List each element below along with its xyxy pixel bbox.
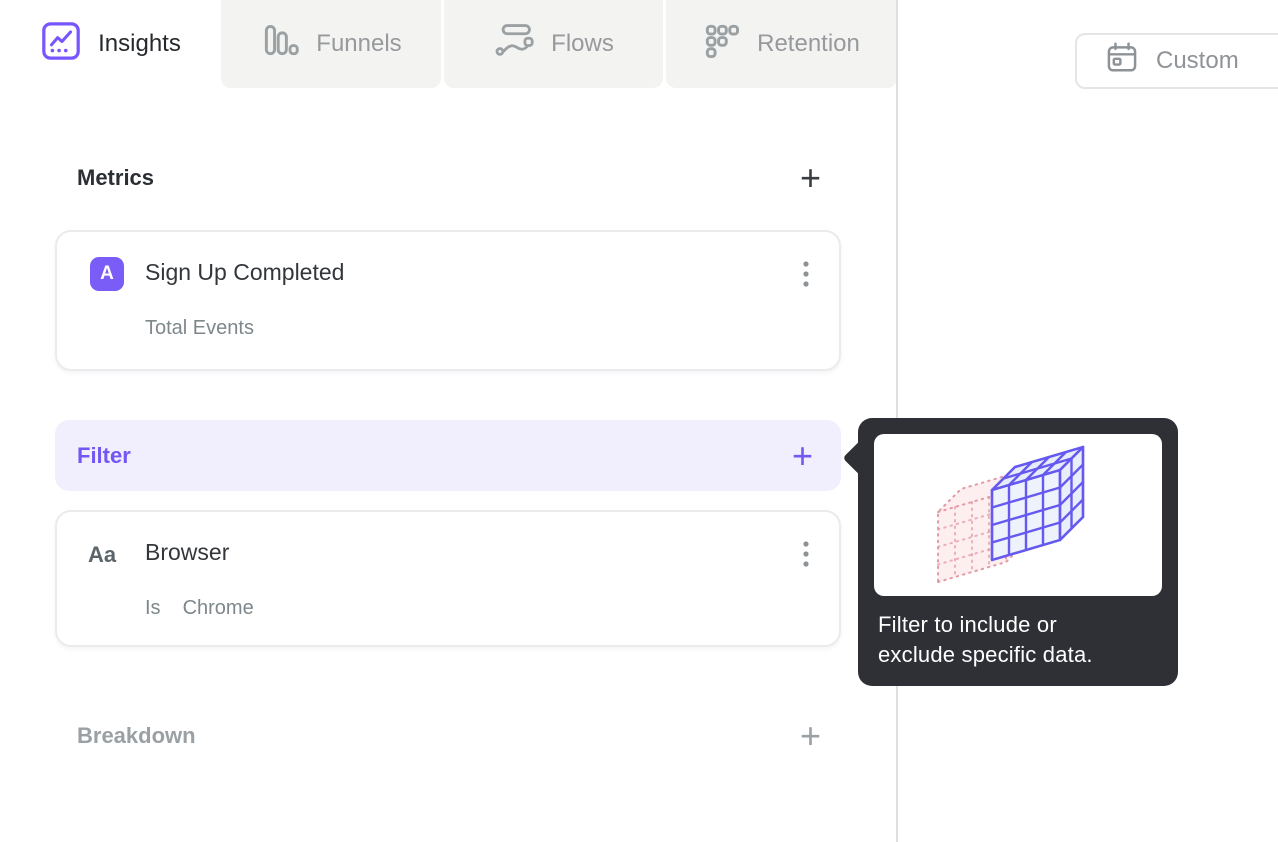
tab-insights[interactable]: Insights (0, 0, 221, 88)
breakdown-heading: Breakdown (77, 723, 196, 748)
metric-aggregation: Total Events (145, 317, 254, 339)
breakdown-section-header: Breakdown + (55, 710, 841, 762)
custom-date-range-button[interactable]: Custom (1075, 33, 1278, 89)
kebab-menu-icon[interactable] (801, 259, 811, 296)
tab-funnels[interactable]: Funnels (221, 0, 441, 88)
funnels-bars-icon (260, 21, 300, 68)
tooltip-message-line2: exclude specific data. (878, 642, 1093, 667)
tooltip-message: Filter to include or exclude specific da… (878, 610, 1093, 670)
tab-flows-label: Flows (551, 30, 614, 57)
string-property-type-icon: Aa (88, 542, 117, 567)
filter-section-header: Filter + (55, 420, 841, 491)
add-breakdown-button[interactable]: + (800, 718, 821, 754)
filter-condition: Is Chrome (145, 597, 254, 620)
tab-insights-label: Insights (98, 30, 181, 57)
add-filter-button[interactable]: + (792, 437, 813, 473)
kebab-menu-icon[interactable] (801, 539, 811, 576)
metric-event-name: Sign Up Completed (145, 259, 345, 285)
filter-heading: Filter (77, 442, 131, 468)
metrics-heading: Metrics (77, 165, 155, 190)
filter-property-name: Browser (145, 539, 230, 565)
tab-flows[interactable]: Flows (444, 0, 663, 88)
filter-cube-illustration (874, 434, 1162, 596)
insights-report-builder: Insights Funnels Flows Retention Custom … (0, 0, 1278, 842)
insights-line-chart-icon (40, 20, 82, 69)
add-metric-button[interactable]: + (800, 160, 821, 196)
retention-dot-grid-icon (703, 22, 741, 67)
filter-card-browser[interactable]: Aa Browser Is Chrome (55, 510, 841, 647)
metric-card-sign-up-completed[interactable]: A Sign Up Completed Total Events (55, 230, 841, 371)
metrics-section-header: Metrics + (55, 152, 841, 204)
flows-wave-icon (493, 21, 535, 68)
tab-retention[interactable]: Retention (666, 0, 897, 88)
tab-funnels-label: Funnels (316, 30, 402, 57)
calendar-icon (1104, 40, 1140, 83)
filter-help-tooltip: Filter to include or exclude specific da… (842, 418, 1178, 686)
metric-badge: A (90, 257, 124, 291)
filter-value: Chrome (182, 597, 254, 619)
custom-date-range-label: Custom (1156, 47, 1239, 74)
filter-operator: Is (145, 597, 161, 619)
tooltip-message-line1: Filter to include or (878, 612, 1057, 637)
tab-retention-label: Retention (757, 30, 860, 57)
